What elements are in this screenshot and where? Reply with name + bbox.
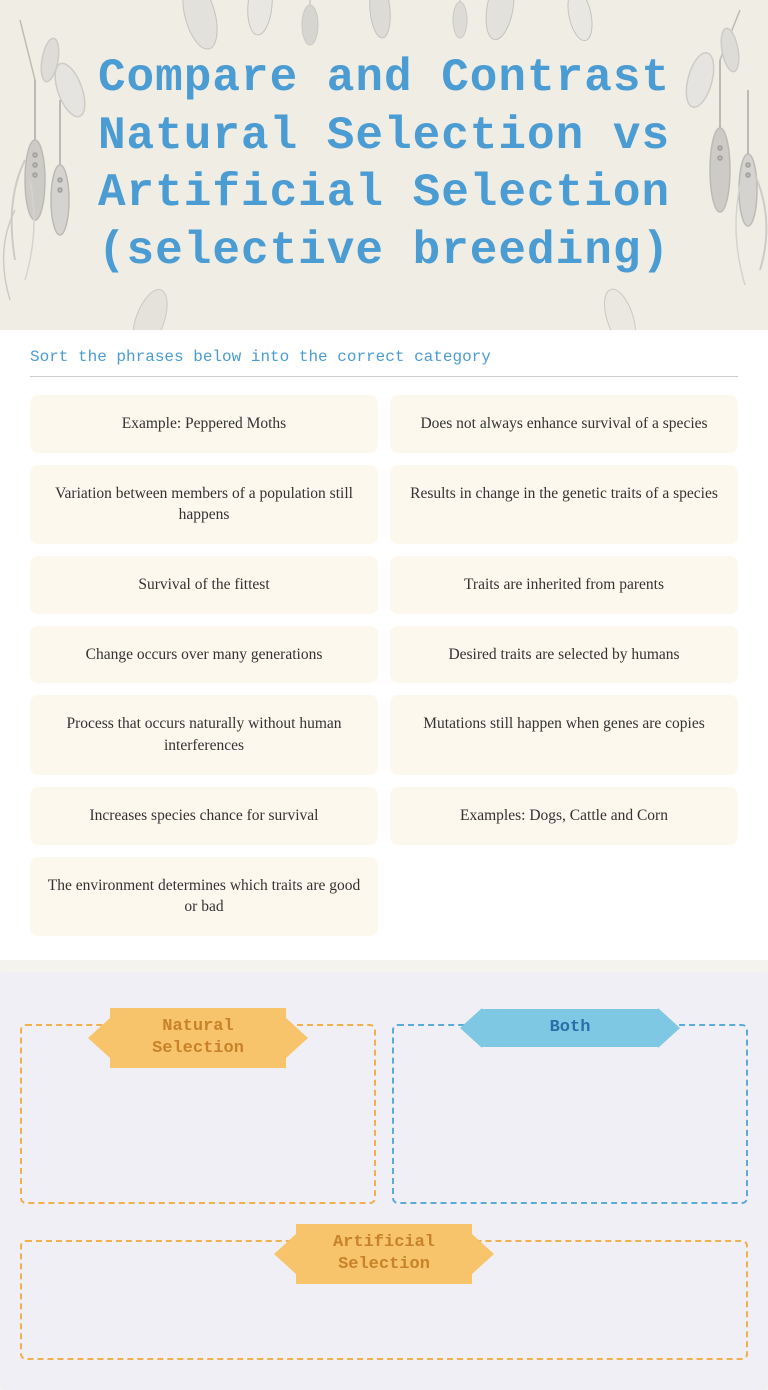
- both-label-wrap: Both: [460, 1008, 680, 1048]
- sort-card-c4[interactable]: Results in change in the genetic traits …: [390, 465, 738, 544]
- category-row-top: Natural Selection Both: [20, 996, 748, 1204]
- natural-selection-arrow-left: [88, 1018, 110, 1058]
- sort-card-c1[interactable]: Example: Peppered Moths: [30, 395, 378, 453]
- sort-card-c12[interactable]: Examples: Dogs, Cattle and Corn: [390, 787, 738, 845]
- artificial-selection-arrow-right: [472, 1234, 494, 1274]
- sort-card-c9[interactable]: Process that occurs naturally without hu…: [30, 695, 378, 774]
- sort-card-c8[interactable]: Desired traits are selected by humans: [390, 626, 738, 684]
- sort-card-c10[interactable]: Mutations still happen when genes are co…: [390, 695, 738, 774]
- sort-card-c13[interactable]: The environment determines which traits …: [30, 857, 378, 936]
- category-section: Natural Selection Both Artificial Select…: [0, 972, 768, 1390]
- cards-grid: Example: Peppered MothsDoes not always e…: [30, 395, 738, 936]
- sort-instruction-container: Sort the phrases below into the correct …: [0, 330, 768, 377]
- natural-selection-label-wrap: Natural Selection: [88, 1008, 308, 1068]
- artificial-selection-label-wrap: Artificial Selection: [274, 1224, 494, 1284]
- sort-area: Example: Peppered MothsDoes not always e…: [0, 377, 768, 960]
- natural-selection-arrow-right: [286, 1018, 308, 1058]
- sort-instruction-text: Sort the phrases below into the correct …: [30, 348, 738, 377]
- page-title: Compare and Contrast Natural Selection v…: [0, 30, 768, 300]
- sort-card-c2[interactable]: Does not always enhance survival of a sp…: [390, 395, 738, 453]
- natural-selection-label: Natural Selection: [110, 1008, 286, 1068]
- sort-card-c6[interactable]: Traits are inherited from parents: [390, 556, 738, 614]
- both-arrow-left: [460, 1008, 482, 1048]
- both-arrow-right: [658, 1008, 680, 1048]
- both-label: Both: [482, 1009, 658, 1047]
- sort-card-c3[interactable]: Variation between members of a populatio…: [30, 465, 378, 544]
- artificial-selection-box[interactable]: Artificial Selection: [20, 1240, 748, 1360]
- artificial-selection-arrow-left: [274, 1234, 296, 1274]
- sort-card-c11[interactable]: Increases species chance for survival: [30, 787, 378, 845]
- artificial-selection-label: Artificial Selection: [296, 1224, 472, 1284]
- both-box[interactable]: Both: [392, 1024, 748, 1204]
- sort-card-c7[interactable]: Change occurs over many generations: [30, 626, 378, 684]
- header: Compare and Contrast Natural Selection v…: [0, 0, 768, 330]
- natural-selection-box[interactable]: Natural Selection: [20, 1024, 376, 1204]
- sort-card-c5[interactable]: Survival of the fittest: [30, 556, 378, 614]
